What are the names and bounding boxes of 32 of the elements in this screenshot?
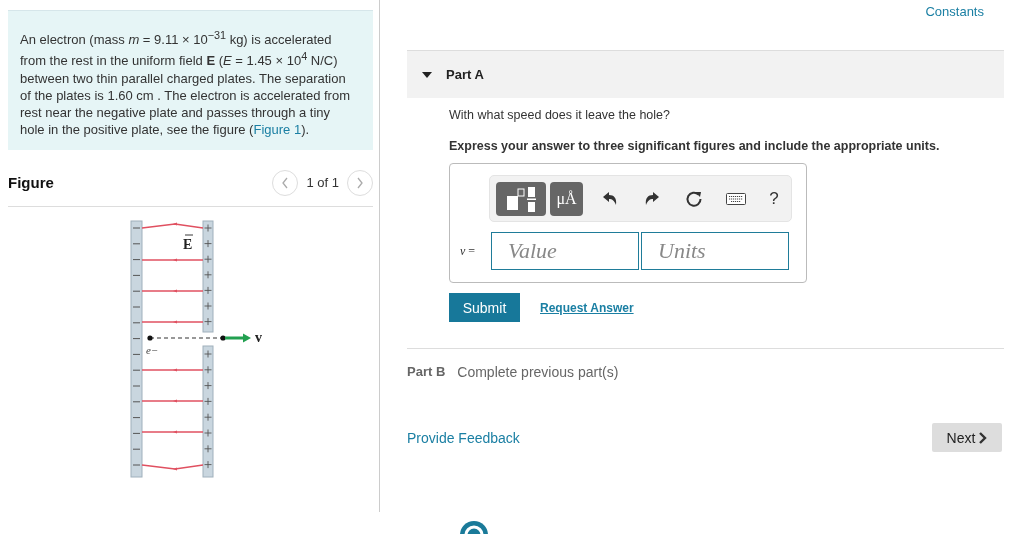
chevron-right-icon	[978, 431, 988, 444]
templates-button[interactable]	[496, 181, 546, 216]
part-status: Complete previous part(s)	[457, 364, 619, 380]
figure-counter: 1 of 1	[306, 175, 339, 191]
figure-link[interactable]: Figure 1	[253, 121, 302, 137]
reset-icon	[685, 189, 703, 208]
question-text: With what speed does it leave the hole?	[449, 108, 671, 122]
chevron-right-icon	[356, 176, 364, 189]
variable-label: v =	[460, 243, 477, 259]
units-field[interactable]: Units	[641, 232, 789, 270]
help-button[interactable]: ?	[759, 181, 789, 216]
instructions-text: Express your answer to three significant figures and include the appropriate units.	[449, 139, 941, 153]
field-label: E	[183, 236, 193, 252]
part-title: Part B	[407, 364, 446, 380]
value-field[interactable]: Value	[491, 232, 639, 270]
keyboard-icon	[726, 192, 746, 205]
velocity-label: v	[255, 329, 262, 345]
next-button[interactable]: Next	[932, 423, 1002, 452]
logo-icon	[459, 520, 489, 534]
figure-heading: Figure	[8, 174, 54, 192]
electron-label: e−	[146, 343, 159, 356]
undo-icon	[602, 191, 618, 206]
chevron-left-icon	[281, 176, 290, 189]
part-a-header[interactable]: Part A	[407, 51, 1004, 98]
request-answer-link[interactable]: Request Answer	[540, 300, 634, 315]
constants-link[interactable]: Constants	[925, 4, 984, 50]
part-title: Part A	[446, 67, 484, 82]
feedback-link[interactable]: Provide Feedback	[407, 429, 520, 446]
submit-button[interactable]: Submit	[449, 293, 520, 322]
problem-text: An electron (mass m = 9.11 × 10$^{−31}$ kg) is accelerated from the rest in the uniform field E (E = 1.45 × 10$^{4}$ N/C) between two thin parallel charged plates. The separation of the plates is 1.60 cm . The electron is accelerated from rest near the negative plate and passes through a tiny hole in the positive plate, see the figure (Figure 1).	[20, 28, 351, 138]
redo-icon	[644, 191, 660, 206]
units-button[interactable]: μÅ	[550, 181, 583, 216]
